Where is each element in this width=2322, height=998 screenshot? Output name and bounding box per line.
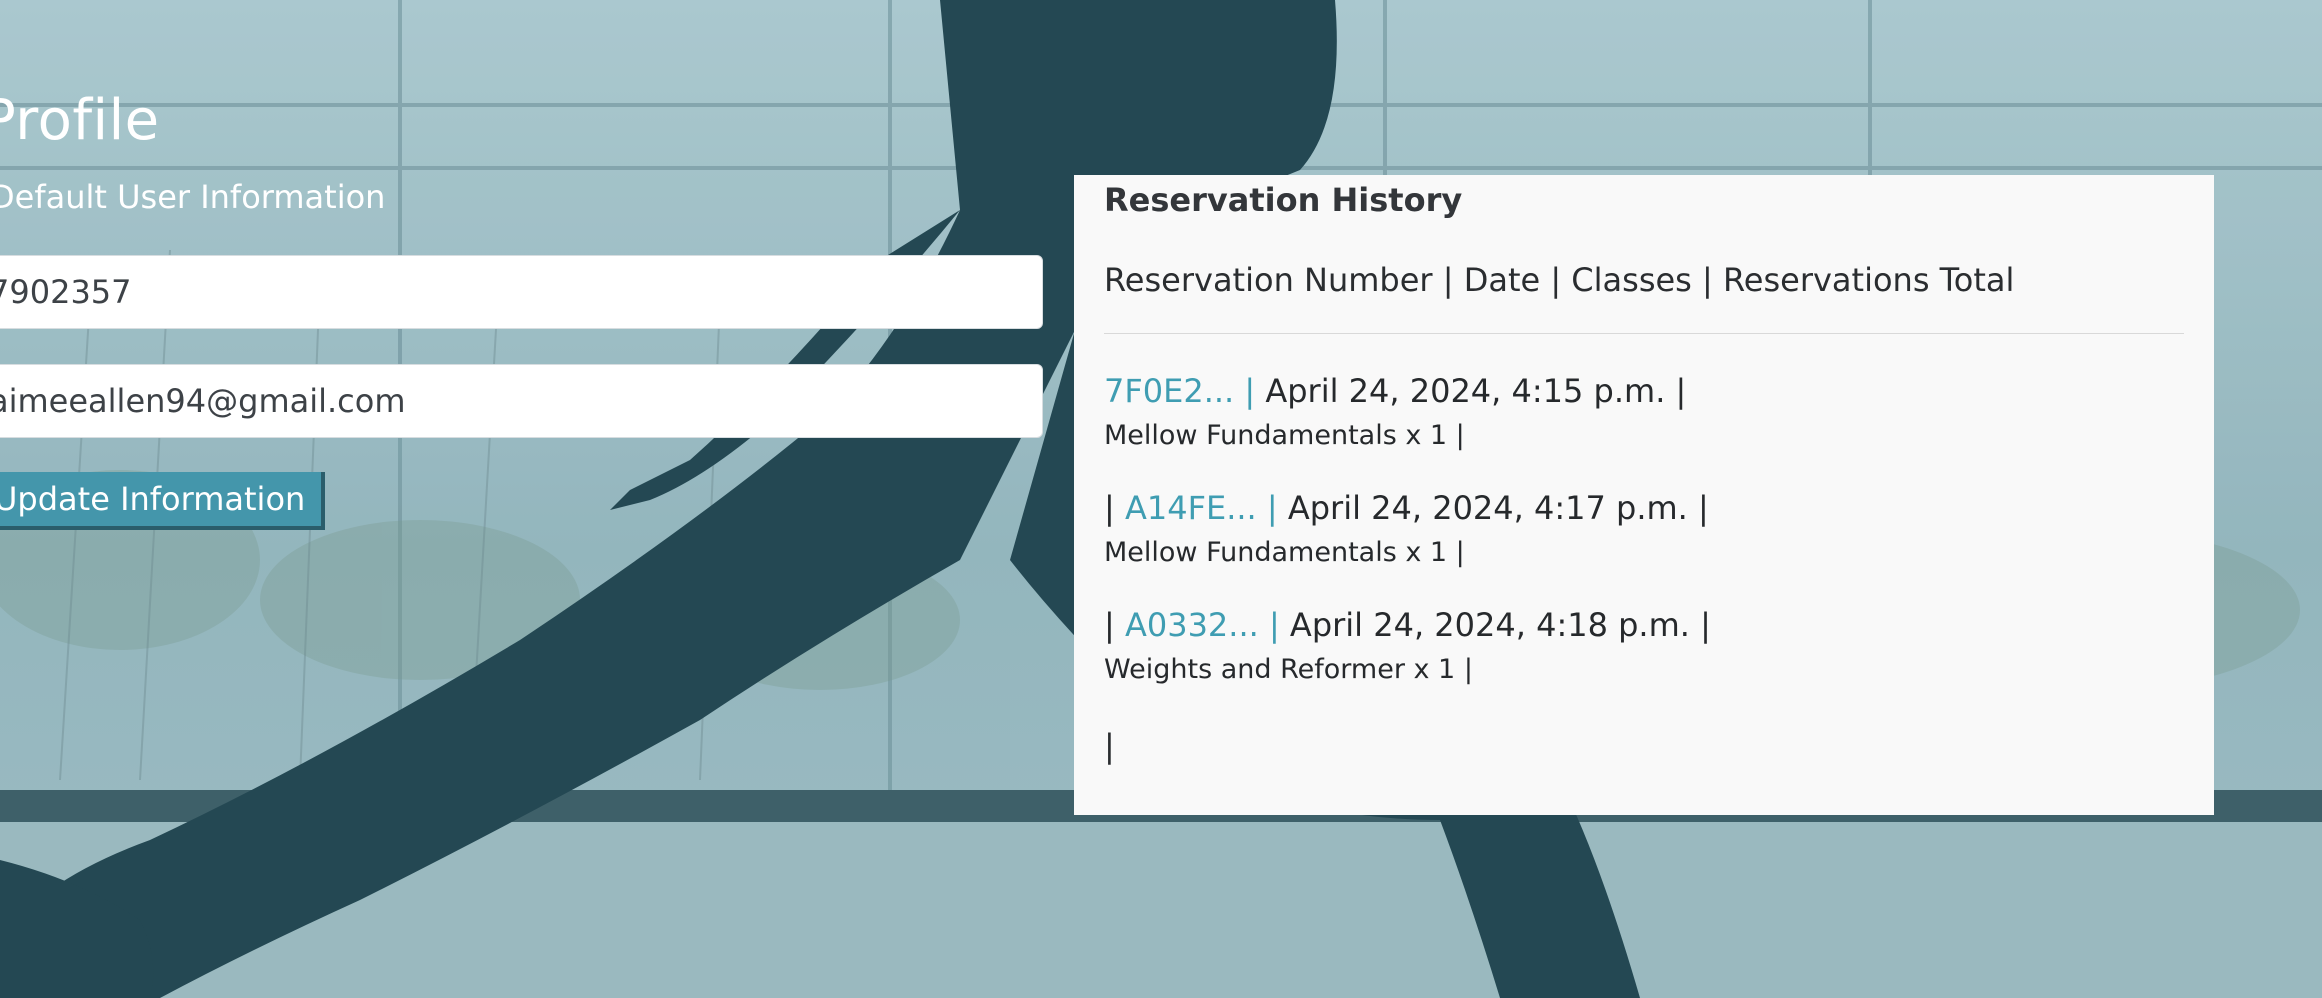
reservation-date: April 24, 2024, 4:17 p.m. | (1277, 489, 1709, 527)
reservation-history-panel: Reservation History Reservation Number |… (1074, 175, 2214, 815)
reservation-classes: Mellow Fundamentals x 1 | (1104, 537, 1465, 568)
row-prefix: | (1104, 606, 1125, 644)
phone-field[interactable] (0, 255, 1043, 329)
reservation-line: | A14FE... | April 24, 2024, 4:17 p.m. | (1104, 489, 2184, 527)
reservation-history-title: Reservation History (1104, 181, 1463, 219)
reservation-entry: | A14FE... | April 24, 2024, 4:17 p.m. |… (1104, 489, 2184, 568)
section-subtitle: Default User Information (0, 178, 386, 216)
update-information-button[interactable]: Update Information (0, 472, 326, 530)
row-prefix: | (1104, 489, 1125, 527)
email-field[interactable] (0, 364, 1043, 438)
reservation-line: 7F0E2... | April 24, 2024, 4:15 p.m. | (1104, 372, 2184, 410)
reservation-date: April 24, 2024, 4:18 p.m. | (1279, 606, 1711, 644)
reservation-entry: | A0332... | April 24, 2024, 4:18 p.m. |… (1104, 606, 2184, 685)
divider (1104, 333, 2184, 334)
reservation-classes: Weights and Reformer x 1 | (1104, 654, 1473, 685)
reservation-line: | A0332... | April 24, 2024, 4:18 p.m. | (1104, 606, 2184, 644)
reservation-number-link[interactable]: A0332... | (1125, 606, 1280, 644)
page-title: Profile (0, 88, 160, 153)
reservation-number-link[interactable]: 7F0E2... | (1104, 372, 1255, 410)
reservation-number-link[interactable]: A14FE... | (1125, 489, 1278, 527)
reservation-date: April 24, 2024, 4:15 p.m. | (1255, 372, 1687, 410)
reservation-table-header: Reservation Number | Date | Classes | Re… (1104, 261, 2015, 299)
reservation-entry: 7F0E2... | April 24, 2024, 4:15 p.m. | M… (1104, 372, 2184, 451)
trailing-separator: | (1104, 727, 1115, 765)
reservation-classes: Mellow Fundamentals x 1 | (1104, 420, 1465, 451)
